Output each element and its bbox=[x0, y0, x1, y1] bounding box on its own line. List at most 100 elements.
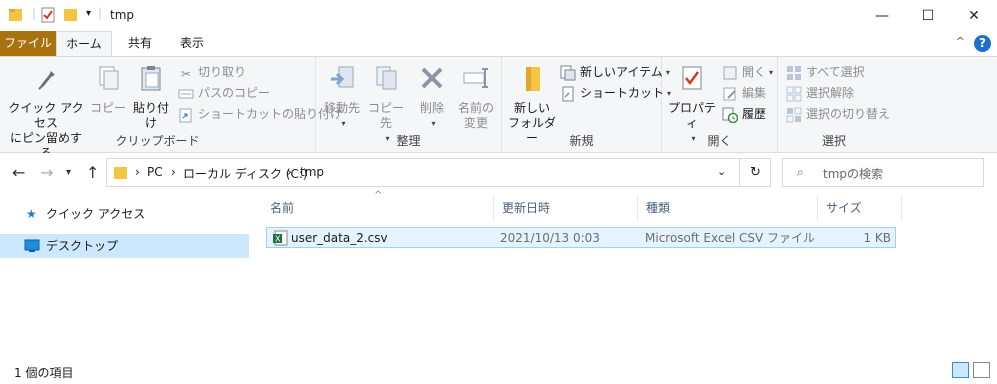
forward-arrow-icon[interactable]: → bbox=[40, 163, 53, 182]
refresh-icon[interactable]: ↻ bbox=[739, 159, 771, 186]
open-group: プロパティ ▾ 開く ▾ 編集 履歴 開く bbox=[662, 57, 778, 153]
search-icon: ⌕ bbox=[797, 165, 804, 179]
customize-quick-access-icon[interactable]: ▾ bbox=[86, 8, 91, 19]
search-box[interactable]: ⌕ tmpの検索 bbox=[782, 158, 984, 187]
address-bar[interactable]: › PC › ローカル ディスク (C:) › tmp ⌄ ↻ bbox=[106, 158, 771, 187]
desktop-icon bbox=[24, 239, 40, 252]
new-folder-icon[interactable] bbox=[63, 7, 79, 23]
invert-selection-label: 選択の切り替え bbox=[806, 107, 891, 121]
paste-shortcut-icon bbox=[179, 108, 192, 122]
clipboard-group: クイック アクセス にピン留めする コピー 貼り付け ✂ 切り取り パスのコピー… bbox=[0, 57, 342, 160]
separator: | bbox=[98, 6, 103, 20]
paste-button[interactable]: 貼り付け bbox=[128, 63, 174, 131]
maximize-button[interactable]: ☐ bbox=[905, 0, 951, 31]
column-type[interactable]: 種類 bbox=[638, 196, 818, 220]
separator: | bbox=[32, 6, 37, 20]
copy-to-icon bbox=[376, 66, 397, 90]
open-button[interactable]: 開く ▾ bbox=[722, 63, 773, 82]
breadcrumb-separator-icon[interactable]: › bbox=[171, 165, 176, 179]
tab-home[interactable]: ホーム bbox=[56, 31, 112, 57]
rename-label-2: 変更 bbox=[463, 116, 488, 130]
invert-selection-button[interactable]: 選択の切り替え bbox=[786, 105, 890, 124]
breadcrumb-separator-icon[interactable]: › bbox=[135, 165, 140, 179]
delete-button[interactable]: 削除 ▾ bbox=[414, 63, 450, 131]
invert-selection-icon bbox=[786, 107, 802, 122]
move-to-button[interactable]: 移動先 ▾ bbox=[320, 63, 364, 131]
address-dropdown-chevron-icon[interactable]: ⌄ bbox=[717, 165, 726, 178]
folder-icon bbox=[114, 167, 127, 179]
file-name[interactable]: user_data_2.csv bbox=[291, 228, 388, 248]
new-item-icon bbox=[560, 65, 576, 80]
breadcrumb-separator-icon[interactable]: › bbox=[287, 165, 292, 179]
help-icon[interactable]: ? bbox=[974, 35, 991, 52]
svg-text:X: X bbox=[275, 235, 281, 244]
pin-label-1: クイック アクセス bbox=[8, 101, 84, 130]
history-button[interactable]: 履歴 bbox=[722, 105, 766, 124]
select-all-label: すべて選択 bbox=[806, 65, 865, 79]
column-modified[interactable]: 更新日時 bbox=[494, 196, 638, 220]
cut-button[interactable]: ✂ 切り取り bbox=[178, 63, 246, 82]
column-headers: ^ 名前 更新日時 種類 サイズ bbox=[262, 190, 902, 220]
new-item-label: 新しいアイテム bbox=[580, 65, 663, 79]
status-bar: 1 個の項目 bbox=[0, 360, 997, 384]
properties-label: プロパティ bbox=[667, 101, 716, 130]
easy-access-button[interactable]: ショートカット ▾ bbox=[560, 84, 671, 103]
recent-locations-chevron-icon[interactable]: ▾ bbox=[66, 167, 71, 178]
chevron-down-icon: ▾ bbox=[431, 119, 436, 128]
breadcrumb-pc[interactable]: PC bbox=[147, 165, 163, 179]
organize-group: 移動先 ▾ コピー先 ▾ 削除 ▾ 名前の 変更 整理 bbox=[316, 57, 502, 153]
file-modified: 2021/10/13 0:03 bbox=[500, 231, 600, 245]
properties-check-icon[interactable] bbox=[40, 7, 56, 23]
collapse-ribbon-icon[interactable]: ^ bbox=[956, 35, 965, 48]
copy-path-label: パスのコピー bbox=[198, 86, 271, 100]
star-icon: ★ bbox=[26, 207, 37, 221]
copy-button[interactable]: コピー bbox=[90, 63, 126, 116]
edit-button[interactable]: 編集 bbox=[722, 84, 766, 103]
tab-view[interactable]: 表示 bbox=[168, 31, 216, 56]
move-to-label: 移動先 bbox=[323, 101, 360, 115]
select-group: すべて選択 選択解除 選択の切り替え 選択 bbox=[778, 57, 890, 153]
rename-icon bbox=[463, 68, 488, 88]
copy-path-button[interactable]: パスのコピー bbox=[178, 84, 270, 103]
excel-csv-icon: X bbox=[273, 230, 288, 246]
chevron-down-icon: ▾ bbox=[769, 68, 774, 77]
breadcrumb-tmp[interactable]: tmp bbox=[300, 165, 324, 179]
open-label: 開く bbox=[742, 65, 767, 79]
column-name[interactable]: 名前 bbox=[262, 196, 494, 220]
copy-path-icon bbox=[178, 89, 194, 98]
nav-item-desktop[interactable]: デスクトップ bbox=[0, 234, 249, 258]
tab-file[interactable]: ファイル bbox=[0, 31, 56, 56]
open-group-label: 開く bbox=[707, 134, 732, 148]
nav-item-label: クイック アクセス bbox=[46, 207, 146, 221]
minimize-button[interactable]: — bbox=[859, 0, 905, 31]
nav-item-quick-access[interactable]: ★ クイック アクセス bbox=[0, 202, 249, 226]
navigation-pane: ★ クイック アクセス デスクトップ bbox=[0, 196, 250, 356]
select-none-button[interactable]: 選択解除 bbox=[786, 84, 854, 103]
folder-icon bbox=[9, 9, 22, 21]
large-icons-view-icon[interactable] bbox=[973, 362, 990, 378]
ribbon-tabs: ファイル ホーム 共有 表示 ^ ? bbox=[0, 31, 997, 57]
column-size[interactable]: サイズ bbox=[818, 196, 902, 220]
select-all-button[interactable]: すべて選択 bbox=[786, 63, 865, 82]
window-title: tmp bbox=[110, 8, 135, 22]
close-button[interactable]: ✕ bbox=[951, 0, 997, 31]
properties-icon bbox=[682, 66, 702, 90]
new-folder-icon bbox=[526, 67, 540, 91]
new-group: 新しい フォルダー 新しいアイテム ▾ ショートカット ▾ 新規 bbox=[502, 57, 671, 153]
ribbon: クイック アクセス にピン留めする コピー 貼り付け ✂ 切り取り パスのコピー… bbox=[0, 56, 997, 160]
copy-icon bbox=[99, 66, 119, 90]
rename-button[interactable]: 名前の 変更 bbox=[454, 63, 498, 131]
organize-group-label: 整理 bbox=[396, 134, 421, 148]
new-item-button[interactable]: 新しいアイテム ▾ bbox=[560, 63, 670, 82]
details-view-icon[interactable] bbox=[952, 362, 969, 378]
move-to-icon bbox=[331, 66, 354, 88]
delete-icon bbox=[421, 67, 443, 89]
back-arrow-icon[interactable]: ← bbox=[12, 163, 25, 182]
item-count: 1 個の項目 bbox=[14, 366, 74, 380]
tab-share[interactable]: 共有 bbox=[112, 31, 168, 56]
up-arrow-icon[interactable]: ↑ bbox=[86, 163, 99, 182]
select-none-label: 選択解除 bbox=[806, 86, 855, 100]
history-label: 履歴 bbox=[742, 107, 767, 121]
history-icon bbox=[722, 107, 738, 123]
file-row[interactable]: X user_data_2.csv 2021/10/13 0:03 Micros… bbox=[266, 227, 896, 248]
